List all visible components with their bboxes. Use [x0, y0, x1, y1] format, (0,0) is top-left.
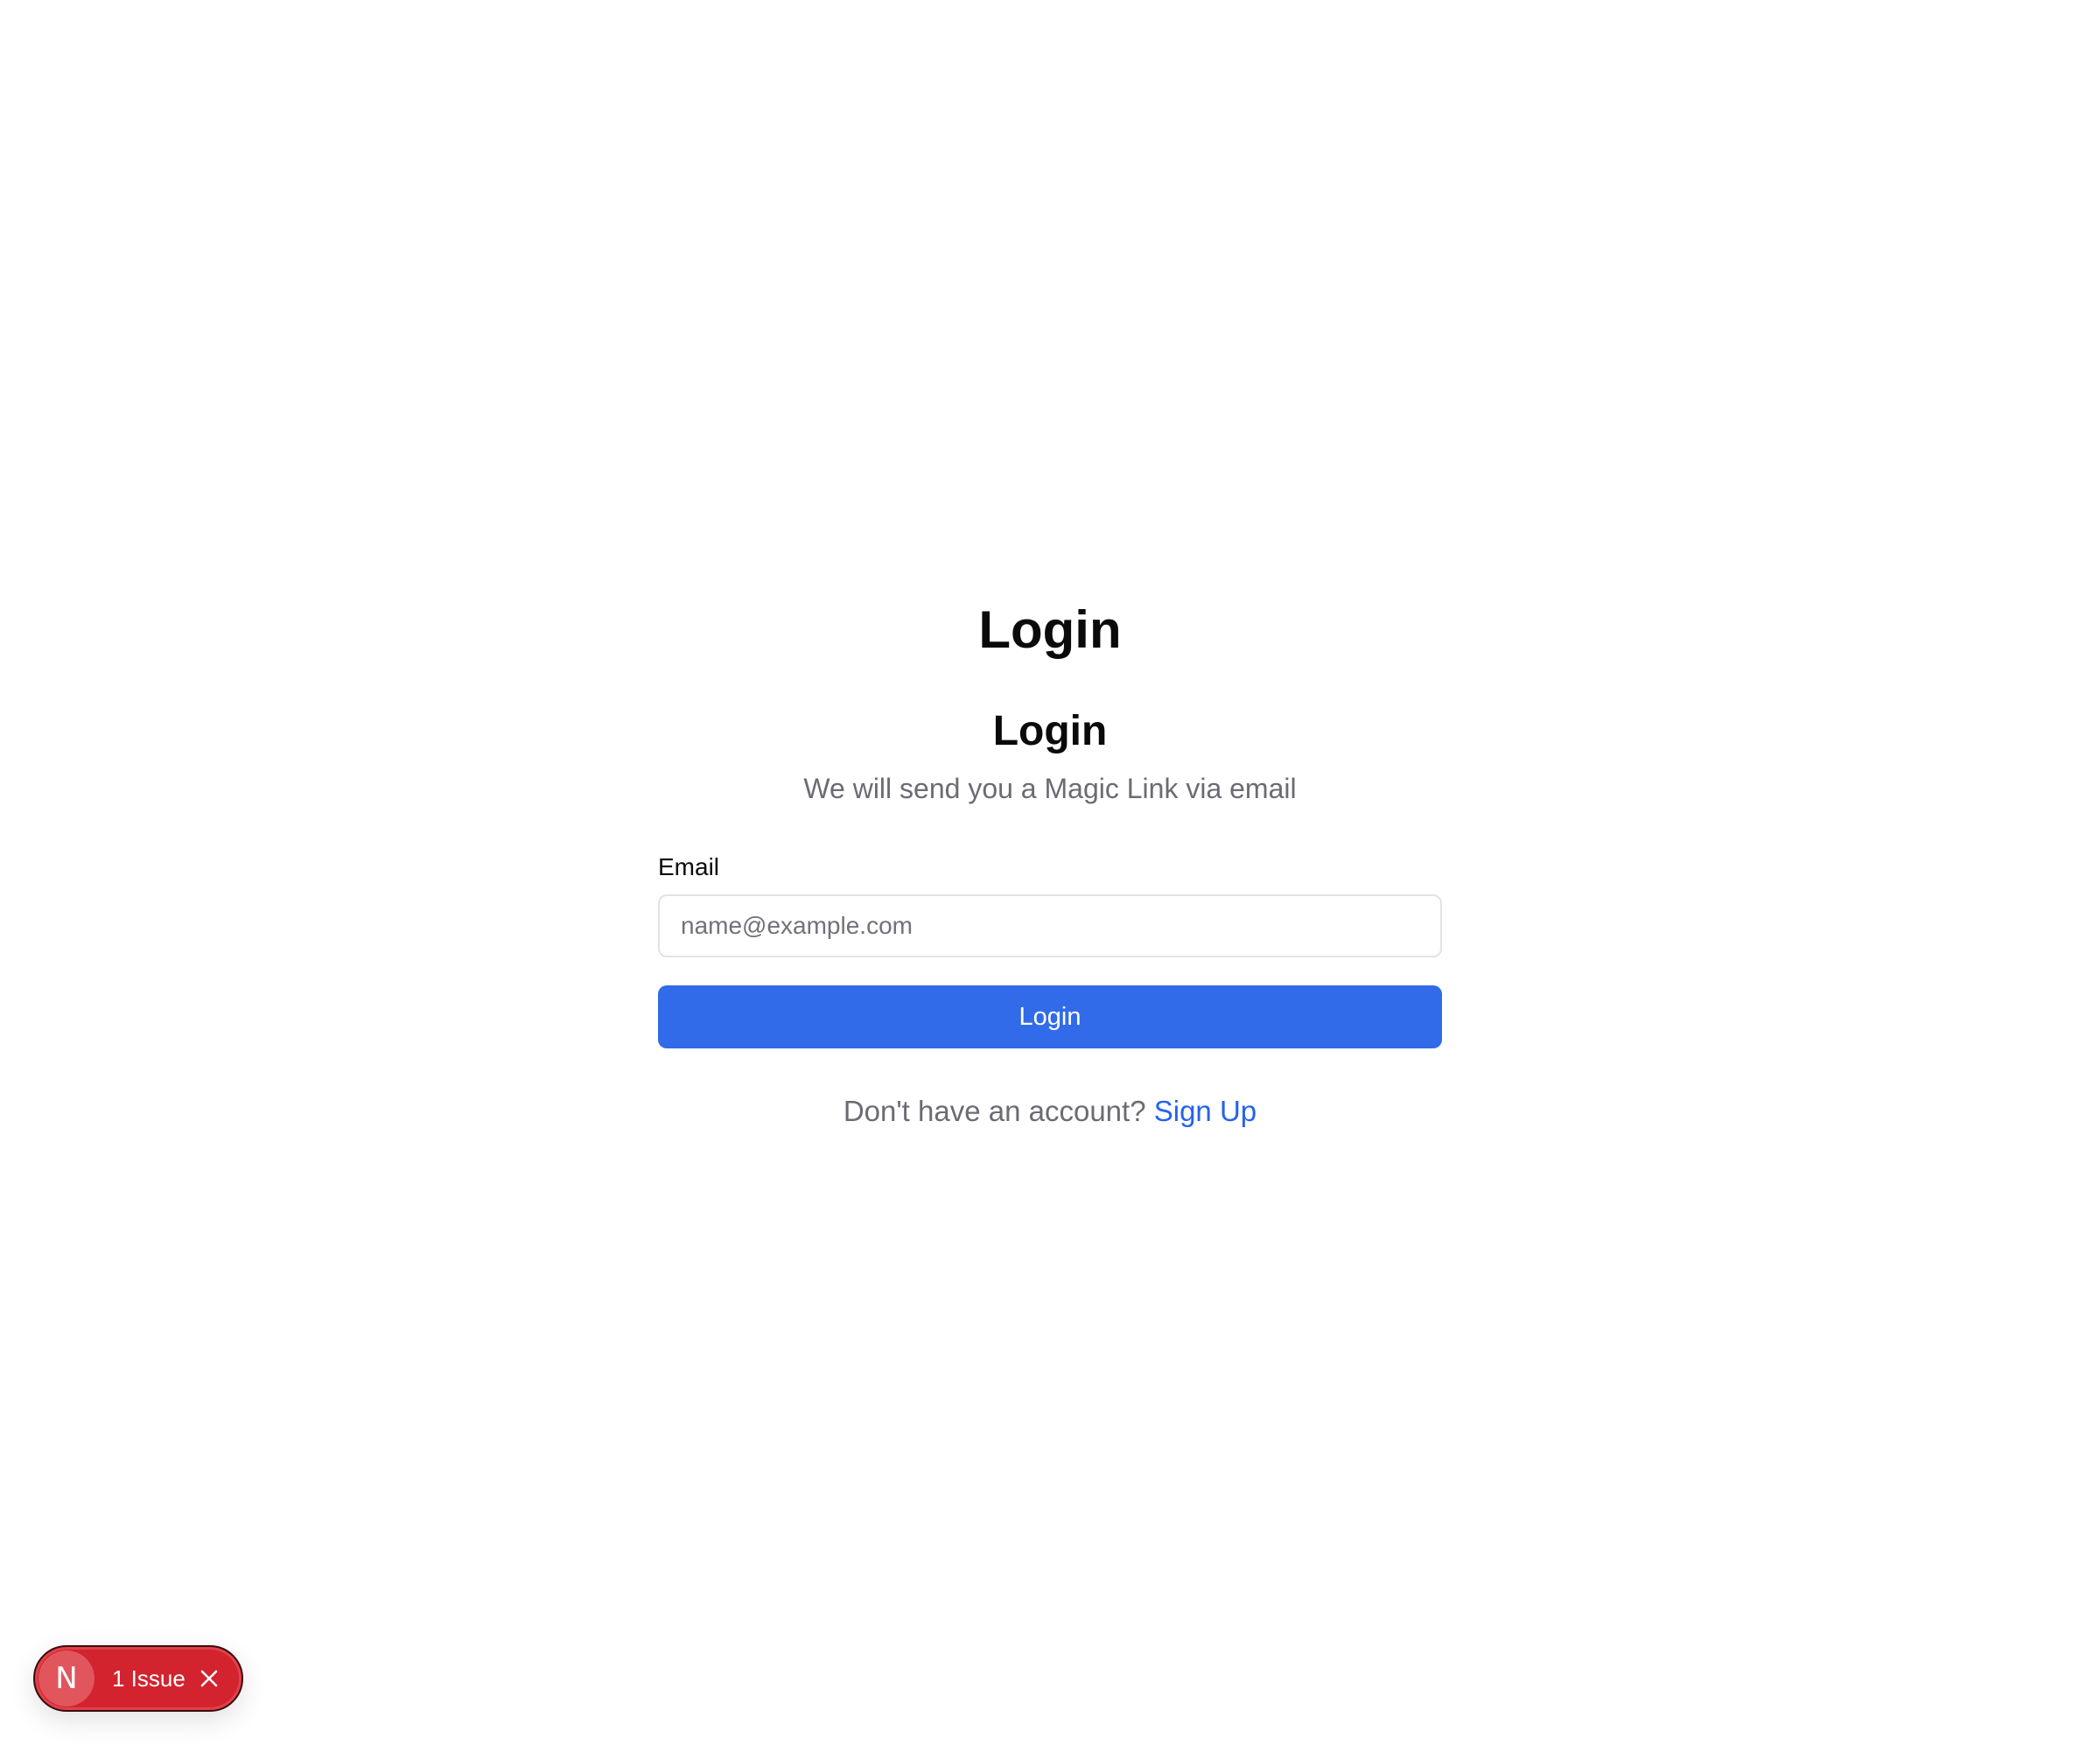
close-icon[interactable]	[200, 1669, 219, 1688]
card-title: Login	[992, 708, 1108, 754]
nextjs-logo-icon[interactable]: N	[38, 1650, 94, 1706]
login-button[interactable]: Login	[658, 985, 1442, 1048]
email-label: Email	[658, 853, 720, 880]
login-form: Email Login	[658, 851, 1442, 1048]
signup-prompt: Don't have an account?	[843, 1095, 1146, 1127]
card-description: We will send you a Magic Link via email	[803, 773, 1297, 804]
page-title: Login	[978, 600, 1122, 659]
email-input[interactable]	[658, 894, 1442, 957]
login-container: Login Login We will send you a Magic Lin…	[658, 595, 1442, 1131]
issue-count-label[interactable]: 1 Issue	[112, 1665, 186, 1692]
signup-link[interactable]: Sign Up	[1154, 1095, 1256, 1127]
signup-row: Don't have an account? Sign Up	[658, 1092, 1442, 1131]
dev-issues-badge[interactable]: N 1 Issue	[33, 1645, 243, 1712]
login-page: Login Login We will send you a Magic Lin…	[0, 0, 2100, 1745]
